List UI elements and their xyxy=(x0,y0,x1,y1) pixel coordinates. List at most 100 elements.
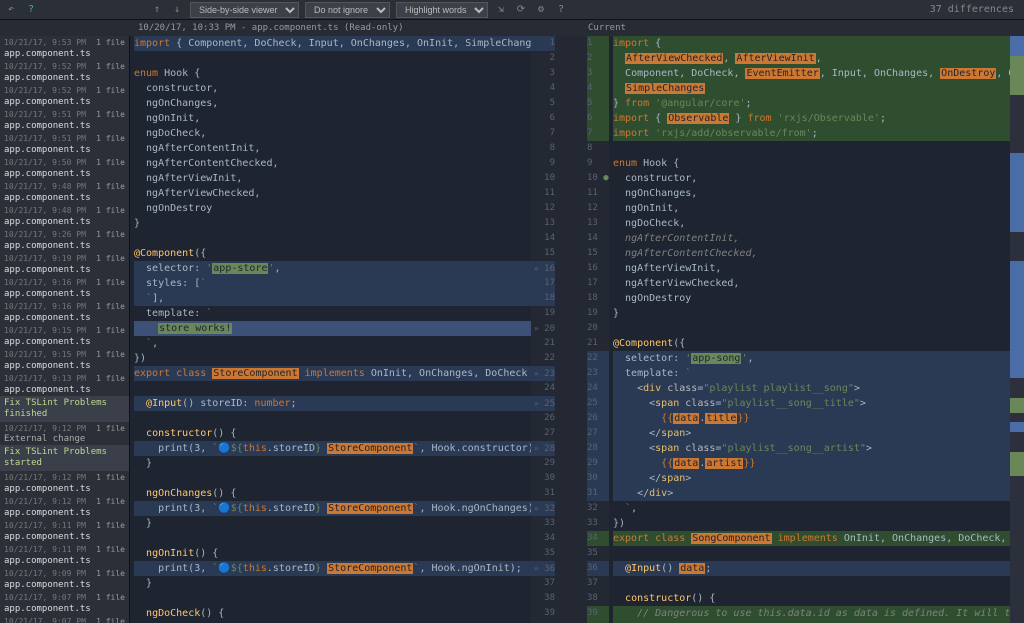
history-item[interactable]: 10/21/17, 9:51 PM1 file xyxy=(0,108,129,120)
code-line[interactable]: @Component({ xyxy=(134,246,531,261)
code-line[interactable]: ngDoCheck() { xyxy=(134,606,531,621)
code-line[interactable]: constructor, xyxy=(134,81,531,96)
history-file[interactable]: app.component.ts xyxy=(0,312,129,324)
history-item[interactable]: 10/21/17, 9:16 PM1 file xyxy=(0,300,129,312)
history-file[interactable]: app.component.ts xyxy=(0,120,129,132)
history-file[interactable]: app.component.ts xyxy=(0,144,129,156)
history-item[interactable]: 10/21/17, 9:15 PM1 file xyxy=(0,324,129,336)
history-file[interactable]: app.component.ts xyxy=(0,264,129,276)
code-line[interactable]: ngOnChanges, xyxy=(134,96,531,111)
history-file[interactable]: app.component.ts xyxy=(0,384,129,396)
history-marker[interactable]: Fix TSLint Problems started xyxy=(0,445,129,471)
history-item[interactable]: 10/21/17, 9:12 PM1 file xyxy=(0,471,129,483)
history-item[interactable]: 10/21/17, 9:19 PM1 file xyxy=(0,252,129,264)
minimap-chunk[interactable] xyxy=(1010,153,1024,231)
history-item[interactable]: 10/21/17, 9:48 PM1 file xyxy=(0,180,129,192)
code-line[interactable]: ngDoCheck, xyxy=(134,126,531,141)
code-line[interactable]: ngOnDestroy xyxy=(134,201,531,216)
code-line[interactable]: enum Hook { xyxy=(134,66,531,81)
code-line[interactable]: ngAfterViewInit, xyxy=(613,261,1010,276)
history-file[interactable]: app.component.ts xyxy=(0,96,129,108)
history-item[interactable]: 10/21/17, 9:15 PM1 file xyxy=(0,348,129,360)
minimap-chunk[interactable] xyxy=(1010,476,1024,623)
code-line[interactable]: import { Observable } from 'rxjs/Observa… xyxy=(613,111,1010,126)
code-line[interactable]: export class SongComponent implements On… xyxy=(613,531,1010,546)
minimap-chunk[interactable] xyxy=(1010,261,1024,378)
code-line[interactable]: @Component({ xyxy=(613,336,1010,351)
collapse-icon[interactable]: ⇲ xyxy=(494,3,508,17)
history-item[interactable]: 10/21/17, 9:52 PM1 file xyxy=(0,60,129,72)
code-line[interactable]: @Input() storeID: number; xyxy=(134,396,531,411)
code-line[interactable]: }) xyxy=(613,516,1010,531)
code-line[interactable] xyxy=(134,381,531,396)
history-item[interactable]: 10/21/17, 9:48 PM1 file xyxy=(0,204,129,216)
code-line[interactable]: Component, DoCheck, EventEmitter, Input,… xyxy=(613,66,1010,81)
right-editor[interactable]: 12345678910 ●111213141516171819202122232… xyxy=(581,36,1010,623)
history-file[interactable]: app.component.ts xyxy=(0,288,129,300)
code-line[interactable]: print(3, `🔵${this.storeID} StoreComponen… xyxy=(134,441,531,456)
code-line[interactable]: // Dangerous to use this.data.id as data… xyxy=(613,606,1010,621)
code-line[interactable]: } from '@angular/core'; xyxy=(613,96,1010,111)
history-item[interactable]: 10/21/17, 9:12 PM1 file xyxy=(0,495,129,507)
code-line[interactable]: styles: [` xyxy=(134,276,531,291)
code-line[interactable] xyxy=(134,51,531,66)
code-line[interactable]: ngAfterViewChecked, xyxy=(134,186,531,201)
minimap-chunk[interactable] xyxy=(1010,432,1024,452)
minimap-chunk[interactable] xyxy=(1010,56,1024,95)
history-item[interactable]: 10/21/17, 9:12 PM1 file xyxy=(0,422,129,434)
code-line[interactable]: <span class="playlist__song__title"> xyxy=(613,396,1010,411)
code-line[interactable] xyxy=(134,531,531,546)
history-file[interactable]: app.component.ts xyxy=(0,192,129,204)
highlight-mode-select[interactable]: Highlight words xyxy=(396,2,488,18)
history-file[interactable]: app.component.ts xyxy=(0,483,129,495)
code-line[interactable]: </div> xyxy=(613,486,1010,501)
history-file[interactable]: app.component.ts xyxy=(0,336,129,348)
code-line[interactable]: ngAfterContentInit, xyxy=(134,141,531,156)
code-line[interactable]: `], xyxy=(134,291,531,306)
history-item[interactable]: 10/21/17, 9:51 PM1 file xyxy=(0,132,129,144)
code-line[interactable]: }) xyxy=(134,351,531,366)
code-line[interactable]: import 'rxjs/add/observable/from'; xyxy=(613,126,1010,141)
code-line[interactable]: ngOnInit, xyxy=(134,111,531,126)
code-line[interactable]: ngDoCheck, xyxy=(613,216,1010,231)
code-line[interactable] xyxy=(134,231,531,246)
gear-icon[interactable]: ⚙ xyxy=(534,3,548,17)
code-line[interactable]: ngOnInit, xyxy=(613,201,1010,216)
code-line[interactable]: template: ` xyxy=(134,306,531,321)
history-file[interactable]: app.component.ts xyxy=(0,48,129,60)
history-file[interactable]: app.component.ts xyxy=(0,507,129,519)
code-line[interactable]: constructor, xyxy=(613,171,1010,186)
code-line[interactable]: print(3, `🔵${this.storeID} StoreComponen… xyxy=(134,501,531,516)
viewer-mode-select[interactable]: Side-by-side viewer xyxy=(190,2,299,18)
code-line[interactable]: } xyxy=(613,306,1010,321)
code-line[interactable]: <span class="playlist__song__artist"> xyxy=(613,441,1010,456)
history-sidebar[interactable]: 10/21/17, 9:53 PM1 fileapp.component.ts1… xyxy=(0,36,130,623)
history-item[interactable]: 10/21/17, 9:53 PM1 file xyxy=(0,36,129,48)
code-line[interactable]: ngOnDestroy xyxy=(613,291,1010,306)
code-line[interactable]: </span> xyxy=(613,426,1010,441)
code-line[interactable] xyxy=(134,591,531,606)
sync-icon[interactable]: ⟳ xyxy=(514,3,528,17)
right-code[interactable]: import { AfterViewChecked, AfterViewInit… xyxy=(609,36,1010,623)
code-line[interactable]: selector: 'app-song', xyxy=(613,351,1010,366)
code-line[interactable] xyxy=(613,576,1010,591)
code-line[interactable]: } xyxy=(134,576,531,591)
code-line[interactable]: ngOnChanges, xyxy=(613,186,1010,201)
code-line[interactable]: ngOnChanges() { xyxy=(134,486,531,501)
code-line[interactable]: ngAfterViewChecked, xyxy=(613,276,1010,291)
left-code[interactable]: import { Component, DoCheck, Input, OnCh… xyxy=(130,36,531,623)
history-file[interactable]: app.component.ts xyxy=(0,603,129,615)
code-line[interactable]: `, xyxy=(613,501,1010,516)
history-file[interactable]: app.component.ts xyxy=(0,579,129,591)
history-item[interactable]: 10/21/17, 9:26 PM1 file xyxy=(0,228,129,240)
history-file[interactable]: app.component.ts xyxy=(0,531,129,543)
history-item[interactable]: 10/21/17, 9:07 PM1 file xyxy=(0,615,129,623)
history-item[interactable]: 10/21/17, 9:52 PM1 file xyxy=(0,84,129,96)
code-line[interactable]: </span> xyxy=(613,471,1010,486)
code-line[interactable]: constructor() { xyxy=(613,591,1010,606)
code-line[interactable]: enum Hook { xyxy=(613,156,1010,171)
help2-icon[interactable]: ? xyxy=(554,3,568,17)
minimap-chunk[interactable] xyxy=(1010,95,1024,154)
code-line[interactable]: {{data.title}} xyxy=(613,411,1010,426)
code-line[interactable]: <div class="playlist playlist__song"> xyxy=(613,381,1010,396)
